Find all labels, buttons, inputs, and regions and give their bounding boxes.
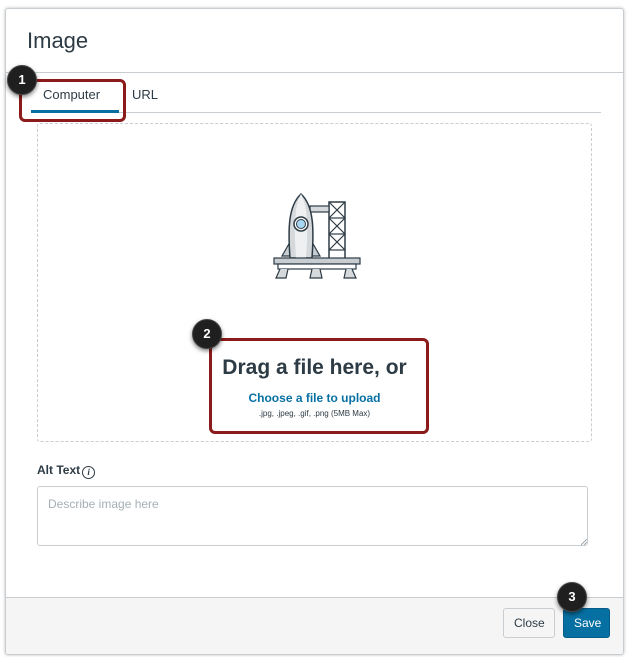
dialog-footer: Close Save: [6, 597, 623, 654]
callout-badge-2: 2: [192, 319, 222, 349]
resize-grip-icon[interactable]: [581, 539, 587, 545]
callout-badge-3: 3: [557, 582, 587, 612]
tab-url[interactable]: URL: [132, 87, 158, 102]
rocket-launch-icon: [273, 192, 361, 279]
close-button[interactable]: Close: [503, 608, 555, 638]
callout-badge-1: 1: [7, 65, 37, 95]
header-divider: [6, 72, 623, 73]
alt-text-label-text: Alt Text: [37, 463, 81, 477]
save-button[interactable]: Save: [563, 608, 610, 638]
alt-text-label: Alt Text i: [37, 463, 96, 479]
alt-text-input[interactable]: [37, 486, 588, 546]
callout-highlight-upload: [209, 338, 429, 434]
dialog-title: Image: [27, 28, 89, 53]
info-icon[interactable]: i: [82, 466, 96, 479]
